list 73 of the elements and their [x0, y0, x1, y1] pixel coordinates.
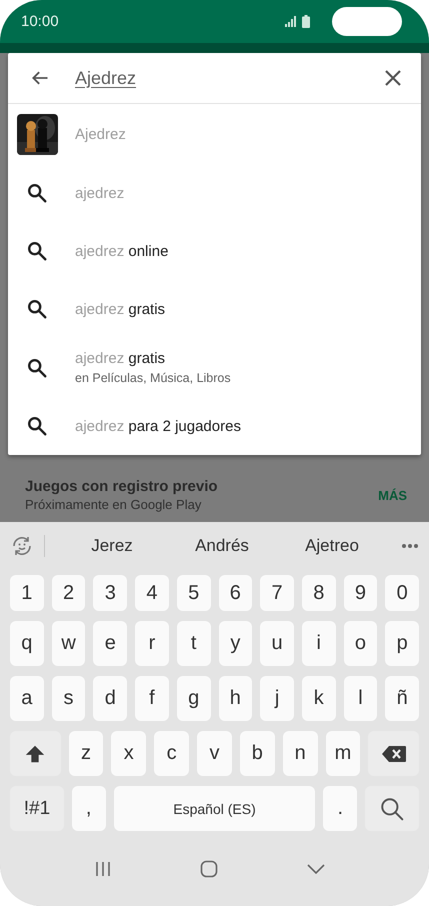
key[interactable]: 9 [344, 575, 378, 611]
key[interactable]: 5 [176, 575, 211, 611]
key[interactable]: n [282, 731, 318, 776]
recent-apps-icon[interactable] [94, 860, 110, 876]
word-suggestion[interactable]: Andrés [167, 536, 277, 556]
suggestion-text[interactable]: ajedrez gratis [75, 300, 166, 318]
key[interactable]: 3 [93, 575, 128, 611]
emoji-refresh-icon[interactable] [10, 534, 34, 558]
key[interactable]: 2 [52, 575, 86, 611]
search-field[interactable]: Ajedrez [75, 68, 381, 88]
key[interactable]: u [260, 621, 294, 666]
key[interactable]: z [68, 731, 104, 776]
key[interactable]: y [218, 621, 252, 666]
key[interactable]: 6 [218, 575, 252, 611]
search-icon [26, 415, 48, 437]
key[interactable]: s [52, 676, 86, 721]
key[interactable]: e [93, 621, 128, 666]
key[interactable]: x [111, 731, 146, 776]
key[interactable]: 8 [302, 575, 336, 611]
key[interactable]: k [302, 676, 336, 721]
space-key[interactable]: Español (ES) [114, 786, 316, 831]
key[interactable]: p [385, 621, 420, 666]
key[interactable]: i [302, 621, 336, 666]
backspace-key[interactable] [368, 731, 419, 776]
key[interactable]: l [344, 676, 378, 721]
search-icon [26, 298, 48, 320]
key[interactable]: r [135, 621, 169, 666]
suggestion-text: Ajedrez [75, 126, 126, 142]
suggestion-text[interactable]: ajedrez online [75, 242, 168, 260]
key[interactable]: t [176, 621, 211, 666]
hide-keyboard-icon[interactable] [306, 864, 324, 874]
status-time: 10:00 [21, 13, 60, 30]
more-icon[interactable] [401, 543, 419, 549]
key[interactable]: , [72, 786, 106, 831]
search-icon [26, 356, 48, 378]
key[interactable]: d [93, 676, 128, 721]
key[interactable]: v [197, 731, 232, 776]
key[interactable]: h [218, 676, 252, 721]
key[interactable]: g [176, 676, 211, 721]
shift-key[interactable] [10, 731, 61, 776]
home-icon[interactable] [200, 860, 218, 878]
key[interactable]: q [10, 621, 44, 666]
key[interactable]: 1 [10, 575, 44, 611]
search-icon [379, 796, 406, 822]
signal-icon [285, 16, 296, 27]
key[interactable]: ñ [385, 676, 420, 721]
backspace-icon [380, 744, 407, 762]
camera-cutout [332, 7, 402, 36]
suggestion-text[interactable]: ajedrez para 2 jugadores [75, 418, 241, 434]
key[interactable]: f [135, 676, 169, 721]
key[interactable]: . [323, 786, 358, 831]
section-subtitle: Próximamente en Google Play [25, 497, 202, 512]
key[interactable]: b [240, 731, 275, 776]
word-suggestion[interactable]: Jerez [57, 536, 167, 556]
key[interactable]: a [10, 676, 44, 721]
key[interactable]: 4 [135, 575, 169, 611]
key[interactable]: 7 [260, 575, 294, 611]
search-icon [26, 182, 48, 204]
key[interactable]: 0 [385, 575, 420, 611]
word-suggestion[interactable]: Ajetreo [277, 536, 387, 556]
key[interactable]: j [260, 676, 294, 721]
key[interactable]: c [154, 731, 190, 776]
battery-icon [302, 15, 310, 28]
key[interactable]: o [344, 621, 378, 666]
close-icon [384, 69, 402, 87]
section-title: Juegos con registro previo [25, 478, 219, 495]
suggestion-subtitle: en Películas, Música, Libros [75, 371, 231, 385]
search-icon [26, 240, 48, 262]
key[interactable]: w [52, 621, 86, 666]
suggestion-text[interactable]: ajedrez gratis [75, 350, 231, 367]
key[interactable]: m [326, 731, 360, 776]
search-key[interactable] [365, 786, 419, 831]
symbols-key[interactable]: !#1 [10, 786, 64, 831]
